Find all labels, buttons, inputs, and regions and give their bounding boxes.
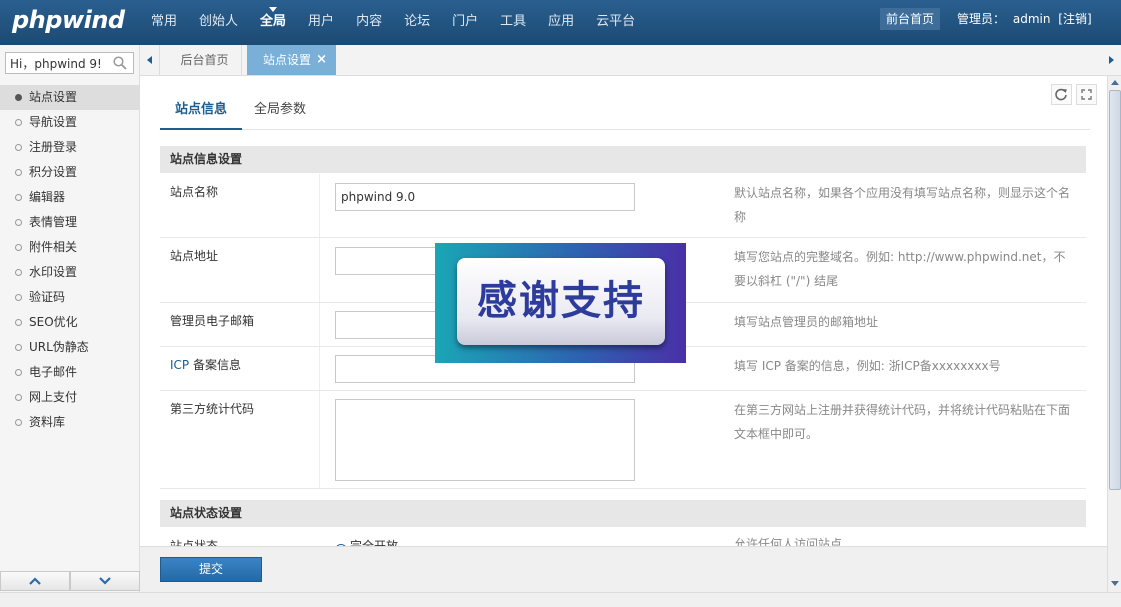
action-bar: 提交 bbox=[140, 546, 1107, 592]
icp-label: ICP 备案信息 bbox=[170, 356, 241, 373]
settings-subtabs: 站点信息 全局参数 bbox=[160, 96, 1090, 130]
sidebar-item-seo[interactable]: SEO优化 bbox=[0, 310, 140, 335]
tab-scroll-right-button[interactable] bbox=[1101, 45, 1121, 75]
site-name-label: 站点名称 bbox=[170, 185, 219, 199]
sidebar-item-watermark[interactable]: 水印设置 bbox=[0, 260, 140, 285]
nav-item-forum[interactable]: 论坛 bbox=[393, 0, 441, 45]
tab-scroll-left-button[interactable] bbox=[140, 45, 160, 75]
triangle-left-icon bbox=[147, 56, 152, 64]
nav-item-apps[interactable]: 应用 bbox=[537, 0, 585, 45]
triangle-right-icon bbox=[1109, 56, 1114, 64]
tab-global-params[interactable]: 全局参数 bbox=[242, 96, 318, 130]
admin-email-help: 填写站点管理员的邮箱地址 bbox=[734, 315, 879, 329]
thanks-banner: 感谢支持 bbox=[435, 243, 686, 363]
site-name-help: 默认站点名称，如果各个应用没有填写站点名称，则显示这个名称 bbox=[734, 186, 1071, 224]
chevron-up-icon bbox=[29, 577, 41, 585]
section-title-site-status: 站点状态设置 bbox=[160, 500, 1086, 527]
logout-link[interactable]: [注销] bbox=[1058, 12, 1091, 26]
admin-email-label: 管理员电子邮箱 bbox=[170, 314, 255, 328]
scroll-up-icon[interactable] bbox=[1110, 78, 1120, 88]
section-title-site-info: 站点信息设置 bbox=[160, 146, 1086, 173]
row-divider bbox=[319, 174, 320, 237]
icp-prefix: ICP bbox=[170, 358, 190, 372]
sidebar-item-editor[interactable]: 编辑器 bbox=[0, 185, 140, 210]
search-input[interactable] bbox=[6, 53, 106, 73]
stats-code-label: 第三方统计代码 bbox=[170, 402, 255, 416]
page-tab-bar: 后台首页 站点设置 × bbox=[140, 45, 1121, 76]
icp-label-text: 备案信息 bbox=[189, 358, 241, 372]
stats-code-help: 在第三方网站上注册并获得统计代码，并将统计代码粘贴在下面文本框中即可。 bbox=[734, 403, 1071, 441]
form-row-site-status: 站点状态 完全开放 允许任何人访问站点 bbox=[160, 528, 1086, 546]
row-divider bbox=[319, 347, 320, 390]
sidebar-item-register-login[interactable]: 注册登录 bbox=[0, 135, 140, 160]
sidebar-item-site-settings[interactable]: 站点设置 bbox=[0, 85, 140, 110]
sidebar: 站点设置 导航设置 注册登录 积分设置 编辑器 表情管理 附件相关 水印设置 验… bbox=[0, 45, 140, 597]
row-divider bbox=[319, 391, 320, 488]
sidebar-scroll-controls bbox=[0, 571, 140, 591]
nav-item-portal[interactable]: 门户 bbox=[441, 0, 489, 45]
content-scrollbar[interactable] bbox=[1107, 76, 1121, 592]
admin-name: admin bbox=[1012, 12, 1051, 26]
admin-info: 管理员： admin [注销] bbox=[957, 10, 1096, 27]
tab-site-settings[interactable]: 站点设置 × bbox=[247, 45, 336, 75]
icp-help: 填写 ICP 备案的信息，例如: 浙ICP备xxxxxxxx号 bbox=[734, 359, 1001, 373]
main-nav: 常用 创始人 全局 用户 内容 论坛 门户 工具 应用 云平台 bbox=[140, 0, 646, 45]
site-url-label: 站点地址 bbox=[170, 249, 219, 263]
top-bar: phpwind 常用 创始人 全局 用户 内容 论坛 门户 工具 应用 云平台 … bbox=[0, 0, 1121, 45]
sidebar-item-emoticons[interactable]: 表情管理 bbox=[0, 210, 140, 235]
form-row-site-name: 站点名称 默认站点名称，如果各个应用没有填写站点名称，则显示这个名称 bbox=[160, 174, 1086, 238]
site-status-label: 站点状态 bbox=[170, 539, 219, 546]
status-bar bbox=[0, 592, 1121, 607]
row-divider bbox=[319, 238, 320, 302]
nav-item-tools[interactable]: 工具 bbox=[489, 0, 537, 45]
sidebar-item-navigation[interactable]: 导航设置 bbox=[0, 110, 140, 135]
sidebar-item-credits[interactable]: 积分设置 bbox=[0, 160, 140, 185]
search-box bbox=[5, 52, 134, 74]
chevron-down-icon bbox=[99, 577, 111, 585]
nav-item-content[interactable]: 内容 bbox=[345, 0, 393, 45]
nav-item-common[interactable]: 常用 bbox=[140, 0, 188, 45]
site-name-input[interactable] bbox=[335, 183, 635, 211]
site-url-help: 填写您站点的完整域名。例如: http://www.phpwind.net，不要… bbox=[734, 250, 1066, 288]
tab-site-info[interactable]: 站点信息 bbox=[160, 96, 242, 130]
sidebar-menu: 站点设置 导航设置 注册登录 积分设置 编辑器 表情管理 附件相关 水印设置 验… bbox=[0, 85, 140, 435]
sidebar-scroll-down-button[interactable] bbox=[70, 571, 140, 591]
scrollbar-thumb[interactable] bbox=[1109, 90, 1121, 490]
row-divider bbox=[319, 303, 320, 346]
sidebar-item-url-rewrite[interactable]: URL伪静态 bbox=[0, 335, 140, 360]
stats-code-textarea[interactable] bbox=[335, 399, 635, 481]
nav-item-users[interactable]: 用户 bbox=[297, 0, 345, 45]
search-icon[interactable] bbox=[113, 56, 127, 70]
submit-button[interactable]: 提交 bbox=[160, 557, 262, 582]
thanks-banner-text: 感谢支持 bbox=[457, 258, 665, 345]
logo[interactable]: phpwind bbox=[12, 6, 125, 34]
sidebar-item-captcha[interactable]: 验证码 bbox=[0, 285, 140, 310]
frontpage-button[interactable]: 前台首页 bbox=[880, 8, 941, 30]
sidebar-item-payment[interactable]: 网上支付 bbox=[0, 385, 140, 410]
admin-label: 管理员： bbox=[957, 12, 1006, 26]
nav-item-founder[interactable]: 创始人 bbox=[188, 0, 249, 45]
nav-item-global[interactable]: 全局 bbox=[249, 0, 297, 45]
sidebar-item-database[interactable]: 资料库 bbox=[0, 410, 140, 435]
sidebar-item-attachments[interactable]: 附件相关 bbox=[0, 235, 140, 260]
site-status-help: 允许任何人访问站点 bbox=[734, 537, 843, 546]
nav-item-cloud[interactable]: 云平台 bbox=[585, 0, 646, 45]
sidebar-item-email[interactable]: 电子邮件 bbox=[0, 360, 140, 385]
scroll-down-icon[interactable] bbox=[1110, 578, 1120, 588]
close-icon[interactable]: × bbox=[316, 45, 327, 75]
site-status-option: 完全开放 bbox=[350, 539, 399, 546]
sidebar-scroll-up-button[interactable] bbox=[0, 571, 70, 591]
form-row-stats-code: 第三方统计代码 在第三方网站上注册并获得统计代码，并将统计代码粘贴在下面文本框中… bbox=[160, 391, 1086, 489]
tab-site-settings-label: 站点设置 bbox=[263, 53, 312, 67]
tab-admin-home[interactable]: 后台首页 bbox=[168, 45, 242, 75]
